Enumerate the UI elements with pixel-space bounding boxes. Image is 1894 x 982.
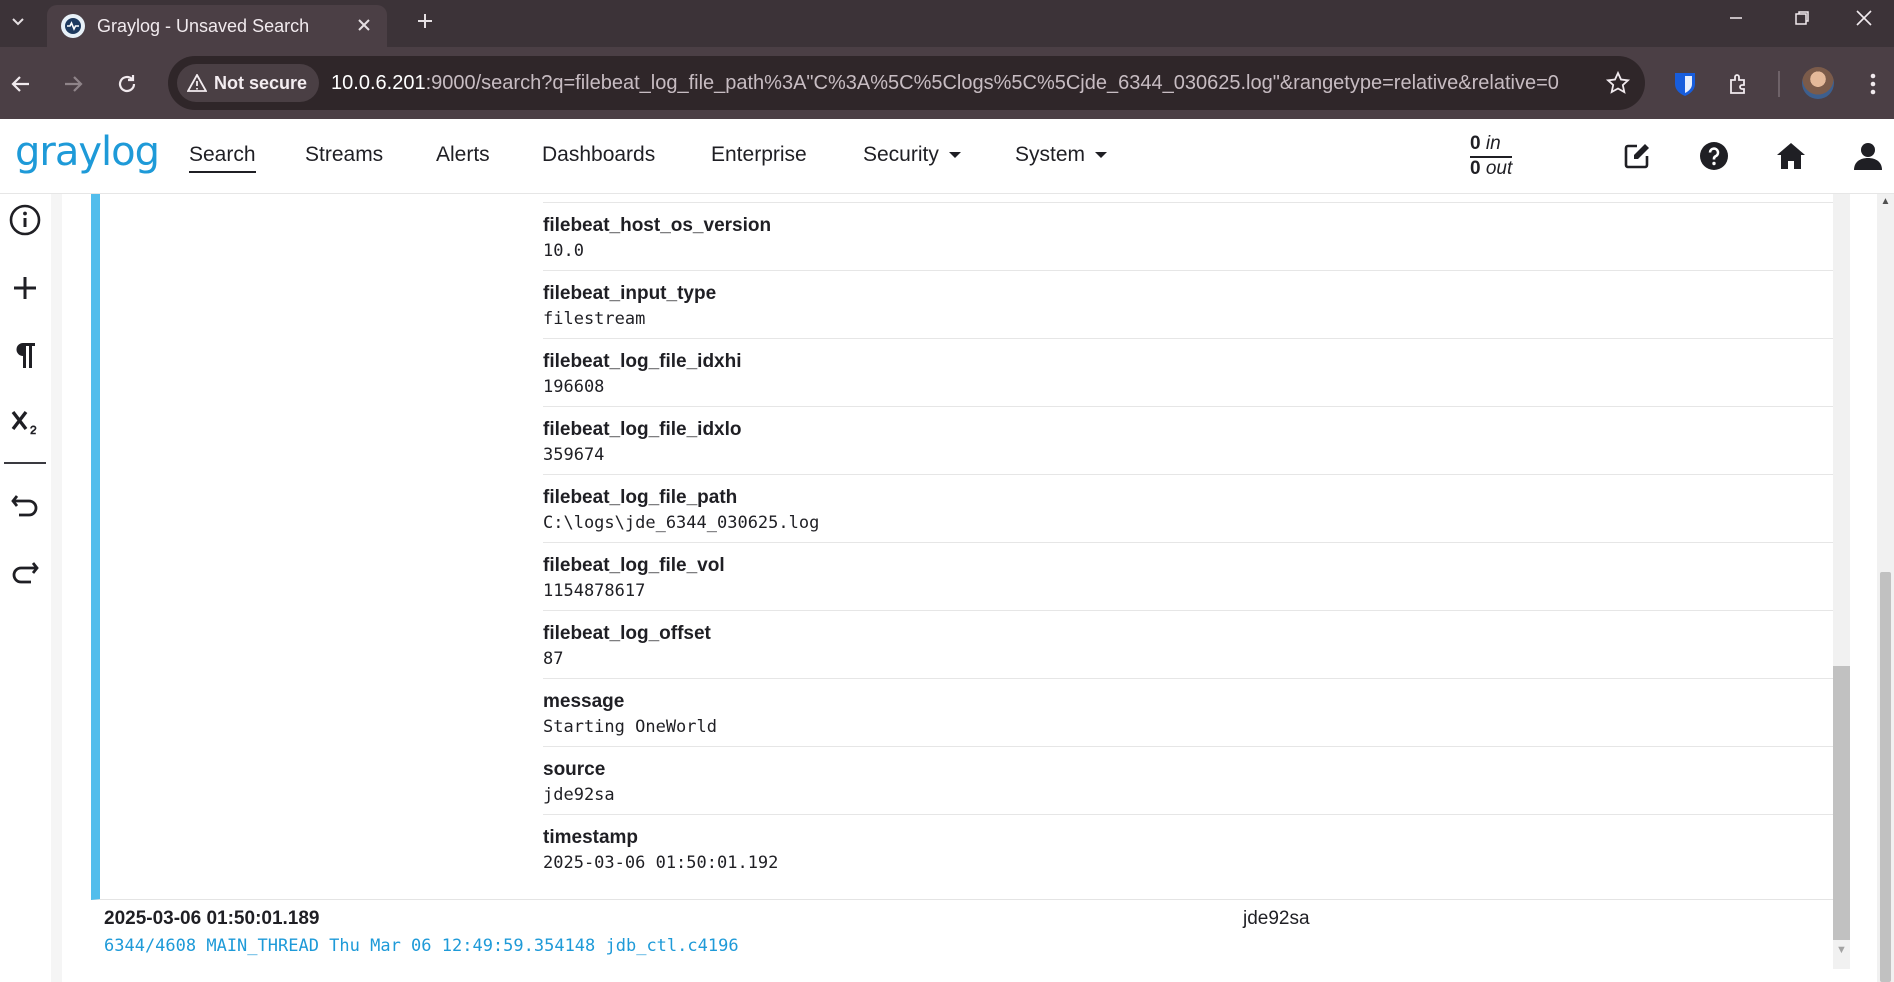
message-field[interactable]: filebeat_log_file_idxlo 359674 xyxy=(543,406,1841,474)
undo-icon[interactable] xyxy=(6,486,44,524)
browser-toolbar: Not secure 10.0.6.201:9000/search?q=file… xyxy=(0,47,1894,119)
nav-search[interactable]: Search xyxy=(189,143,256,173)
search-sidebar xyxy=(0,194,51,982)
message-timestamp: 2025-03-06 01:50:01.189 xyxy=(104,908,320,929)
message-source: jde92sa xyxy=(1243,908,1310,929)
minimize-icon[interactable] xyxy=(1706,0,1766,36)
toolbar-divider xyxy=(1778,71,1780,97)
scroll-up-arrow-icon[interactable]: ▲ xyxy=(1880,196,1891,208)
redo-icon[interactable] xyxy=(6,553,44,591)
message-field[interactable]: filebeat_log_file_idxhi 196608 xyxy=(543,338,1841,406)
browser-tab[interactable]: Graylog - Unsaved Search xyxy=(47,5,387,47)
field-value[interactable]: filestream xyxy=(543,308,1841,330)
results-scrollbar-thumb[interactable] xyxy=(1833,666,1850,940)
field-value[interactable]: 2025-03-06 01:50:01.192 xyxy=(543,852,1841,874)
bitwarden-extension-icon[interactable] xyxy=(1668,67,1702,101)
field-name[interactable]: filebeat_log_file_idxlo xyxy=(543,419,1841,441)
bookmark-star-icon[interactable] xyxy=(1605,70,1631,96)
restore-icon[interactable] xyxy=(1772,0,1832,36)
nav-system-dropdown[interactable]: System xyxy=(1015,143,1108,167)
field-value[interactable]: 87 xyxy=(543,648,1841,670)
field-name[interactable]: filebeat_log_file_vol xyxy=(543,555,1841,577)
throughput-in-count: 0 xyxy=(1470,133,1481,154)
throughput-in-label: in xyxy=(1485,133,1501,154)
field-value[interactable]: Starting OneWorld xyxy=(543,716,1841,738)
message-field[interactable]: filebeat_input_type filestream xyxy=(543,270,1841,338)
caret-down-icon xyxy=(1095,152,1108,159)
field-value[interactable]: 1154878617 xyxy=(543,580,1841,602)
nav-security-dropdown[interactable]: Security xyxy=(863,143,961,167)
url-host: 10.0.6.201 xyxy=(331,71,426,94)
subscript-icon[interactable] xyxy=(6,403,44,441)
message-field-list: filebeat_host_os_version 10.0 filebeat_i… xyxy=(543,202,1841,882)
nav-alerts[interactable]: Alerts xyxy=(436,143,490,167)
throughput-out-count: 0 xyxy=(1470,158,1481,179)
address-bar[interactable]: Not secure 10.0.6.201:9000/search?q=file… xyxy=(168,56,1645,110)
tab-search-chevron-icon[interactable] xyxy=(4,6,32,36)
message-field[interactable]: filebeat_host_os_version 10.0 xyxy=(543,202,1841,270)
field-value[interactable]: jde92sa xyxy=(543,784,1841,806)
url-text[interactable]: 10.0.6.201:9000/search?q=filebeat_log_fi… xyxy=(331,72,1581,95)
profile-avatar[interactable] xyxy=(1802,67,1834,99)
graylog-favicon-icon xyxy=(61,14,85,38)
field-value[interactable]: 196608 xyxy=(543,376,1841,398)
url-path: :9000/search?q=filebeat_log_file_path%3A… xyxy=(425,71,1559,94)
user-profile-icon[interactable] xyxy=(1850,138,1886,174)
message-field[interactable]: filebeat_log_offset 87 xyxy=(543,610,1841,678)
browser-menu-icon[interactable] xyxy=(1856,67,1890,101)
page-scrollbar-thumb[interactable] xyxy=(1880,572,1891,982)
message-summary: 6344/4608 MAIN_THREAD Thu Mar 06 12:49:5… xyxy=(104,936,739,956)
graylog-navbar: graylog Search Streams Alerts Dashboards… xyxy=(0,119,1894,194)
window-close-icon[interactable] xyxy=(1834,0,1894,36)
field-name[interactable]: filebeat_log_file_path xyxy=(543,487,1841,509)
field-name[interactable]: filebeat_log_offset xyxy=(543,623,1841,645)
message-field[interactable]: timestamp 2025-03-06 01:50:01.192 xyxy=(543,814,1841,882)
nav-system-label: System xyxy=(1015,143,1086,166)
message-field[interactable]: message Starting OneWorld xyxy=(543,678,1841,746)
message-field[interactable]: filebeat_log_file_vol 1154878617 xyxy=(543,542,1841,610)
not-secure-chip[interactable]: Not secure xyxy=(177,64,320,102)
field-value[interactable]: 359674 xyxy=(543,444,1841,466)
home-icon[interactable] xyxy=(1773,138,1809,174)
nav-streams[interactable]: Streams xyxy=(305,143,383,167)
help-icon[interactable] xyxy=(1696,138,1732,174)
message-field[interactable]: source jde92sa xyxy=(543,746,1841,814)
throughput-out-label: out xyxy=(1485,158,1513,179)
message-table-row[interactable]: 2025-03-06 01:50:01.189 jde92sa 6344/460… xyxy=(91,900,1833,960)
field-name[interactable]: timestamp xyxy=(543,827,1841,849)
paragraph-icon[interactable] xyxy=(6,336,44,374)
security-label: Not secure xyxy=(214,72,308,93)
field-name[interactable]: source xyxy=(543,759,1841,781)
tab-close-icon[interactable] xyxy=(353,14,375,36)
edit-notes-icon[interactable] xyxy=(1619,138,1655,174)
add-icon[interactable] xyxy=(6,269,44,307)
info-icon[interactable] xyxy=(6,201,44,239)
reload-icon[interactable] xyxy=(110,67,144,101)
field-name[interactable]: filebeat_log_file_idxhi xyxy=(543,351,1841,373)
extensions-puzzle-icon[interactable] xyxy=(1722,67,1756,101)
caret-down-icon xyxy=(948,152,961,159)
field-value[interactable]: C:\logs\jde_6344_030625.log xyxy=(543,512,1841,534)
expanded-message-detail: filebeat_host_os_version 10.0 filebeat_i… xyxy=(91,194,1841,900)
forward-icon[interactable] xyxy=(56,67,90,101)
nav-dashboards[interactable]: Dashboards xyxy=(542,143,655,167)
field-name[interactable]: message xyxy=(543,691,1841,713)
new-tab-icon[interactable] xyxy=(408,4,442,38)
scroll-down-arrow-icon[interactable]: ▼ xyxy=(1834,944,1849,962)
message-field[interactable]: filebeat_log_file_path C:\logs\jde_6344_… xyxy=(543,474,1841,542)
back-icon[interactable] xyxy=(4,67,38,101)
browser-tab-strip: Graylog - Unsaved Search xyxy=(0,0,1894,47)
graylog-logo[interactable]: graylog xyxy=(15,129,160,175)
field-name[interactable]: filebeat_host_os_version xyxy=(543,215,1841,237)
warning-icon xyxy=(187,74,207,92)
field-name[interactable]: filebeat_input_type xyxy=(543,283,1841,305)
content-gutter xyxy=(51,194,62,982)
nav-enterprise[interactable]: Enterprise xyxy=(711,143,807,167)
tab-title: Graylog - Unsaved Search xyxy=(97,15,310,36)
field-value[interactable]: 10.0 xyxy=(543,240,1841,262)
throughput-indicator[interactable]: 0 in 0 out xyxy=(1470,133,1513,180)
nav-security-label: Security xyxy=(863,143,939,166)
sidebar-divider xyxy=(4,462,46,464)
